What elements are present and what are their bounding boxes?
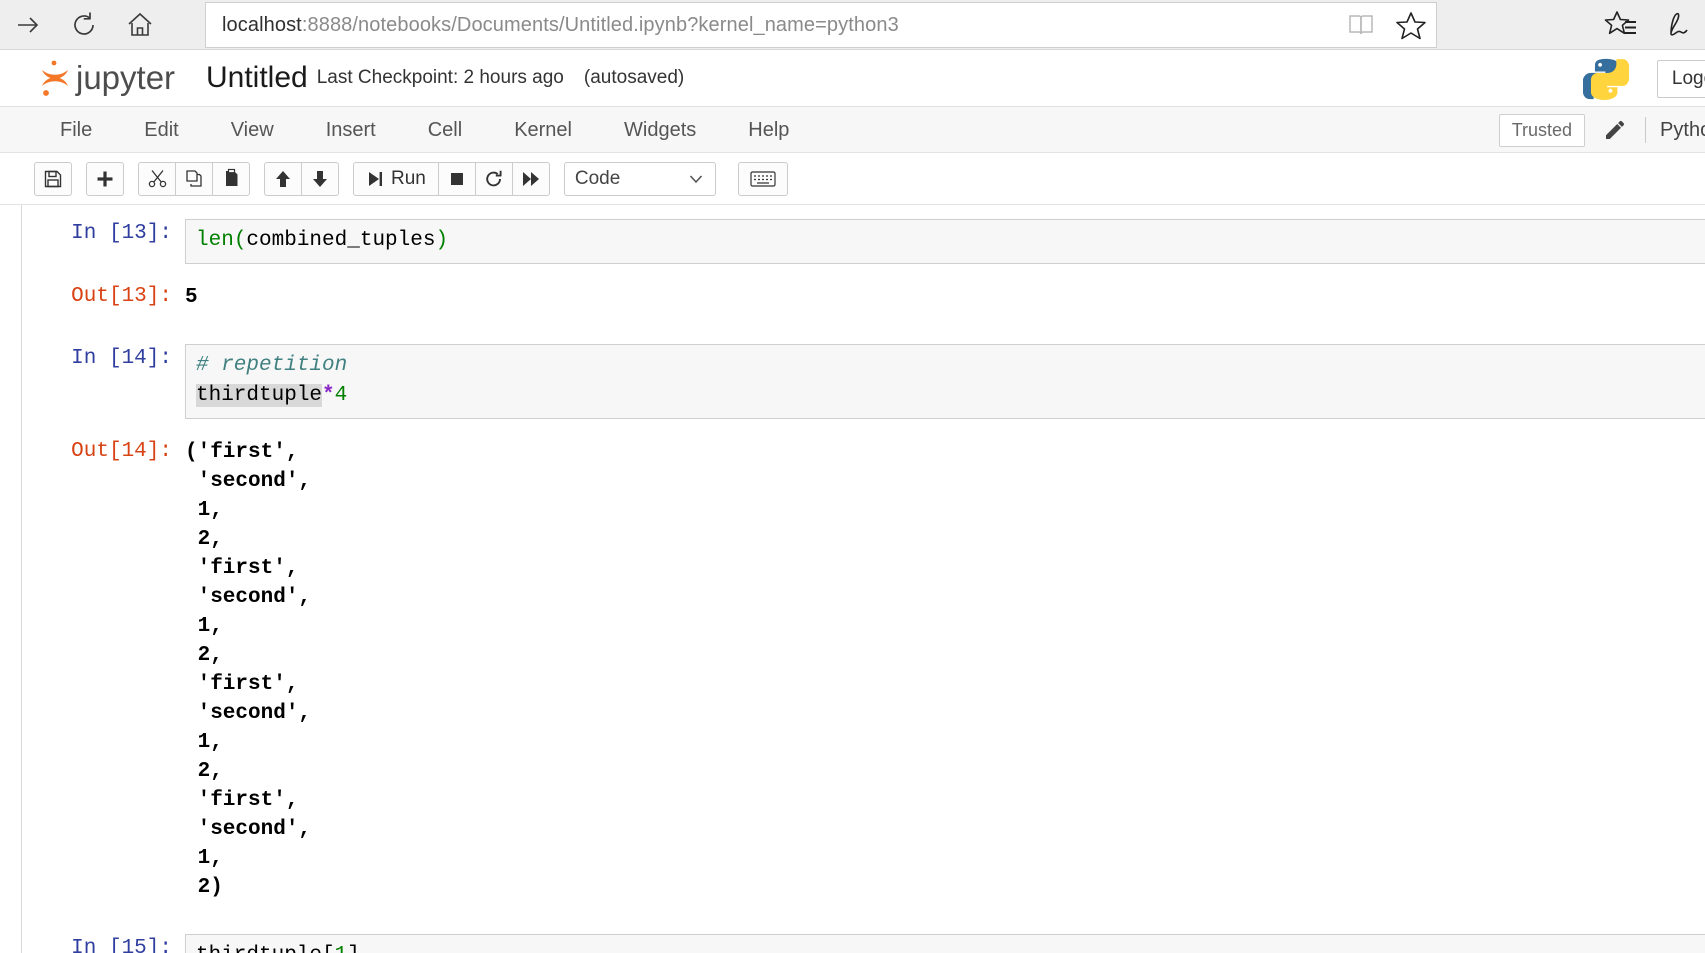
checkpoint-status: Last Checkpoint: 2 hours ago — [316, 67, 564, 88]
code-token-identifier: thirdtuple — [196, 944, 322, 953]
code-cell[interactable]: In [15]: thirdtuple[1] — [0, 934, 1705, 953]
menu-item-edit[interactable]: Edit — [118, 107, 204, 153]
keyboard-icon — [750, 170, 776, 187]
menu-item-kernel[interactable]: Kernel — [488, 107, 598, 153]
arrow-down-icon[interactable] — [301, 161, 339, 196]
book-icon[interactable] — [1336, 2, 1386, 48]
code-token-builtin: len — [196, 229, 234, 252]
menu-item-insert[interactable]: Insert — [300, 107, 402, 153]
code-token-open-paren: ( — [233, 229, 247, 252]
toolbar-group-run: Run — [353, 161, 550, 196]
address-bar-text: localhost:8888/notebooks/Documents/Untit… — [206, 14, 1336, 37]
menu-item-file[interactable]: File — [34, 107, 118, 153]
output-prompt: Out[13]: — [71, 285, 172, 308]
pen-icon[interactable] — [1649, 0, 1705, 50]
reload-icon[interactable] — [56, 0, 112, 50]
home-icon[interactable] — [112, 0, 168, 50]
address-bar[interactable]: localhost:8888/notebooks/Documents/Untit… — [205, 2, 1437, 48]
notebook-title[interactable]: Untitled — [206, 61, 308, 95]
input-prompt: In [15]: — [71, 937, 172, 953]
run-button[interactable]: Run — [353, 161, 439, 196]
url-path: :8888/notebooks/Documents/Untitled.ipynb… — [301, 13, 899, 36]
restart-circular-arrow-icon[interactable] — [474, 161, 513, 196]
menu-bar-right-group: Trusted Python 3 — [1498, 107, 1705, 153]
header-right-group: Logout — [1582, 50, 1705, 107]
menu-item-view[interactable]: View — [205, 107, 300, 153]
pencil-icon[interactable] — [1603, 118, 1627, 142]
notebook-body: In [13]: len(combined_tuples) Out[13]: 5… — [0, 205, 1705, 953]
browser-toolbar-right — [1593, 0, 1705, 50]
copy-icon[interactable] — [175, 161, 213, 196]
toolbar-group-move — [264, 161, 339, 196]
code-token-number: 4 — [334, 384, 348, 407]
output-prompt: Out[14]: — [71, 440, 172, 463]
menu-item-cell[interactable]: Cell — [402, 107, 488, 153]
code-token-number: 1 — [335, 944, 348, 953]
chevron-down-icon — [689, 174, 702, 183]
toolbar-group-insert — [86, 161, 124, 196]
output-row: Out[14]: ('first', 'second', 1, 2, 'firs… — [0, 437, 1705, 902]
browser-chrome: localhost:8888/notebooks/Documents/Untit… — [0, 0, 1705, 50]
code-token-open-bracket: [ — [322, 944, 335, 953]
toolbar-group-clipboard — [138, 161, 250, 196]
code-token-close-bracket: ] — [347, 944, 360, 953]
autosave-status: (autosaved) — [583, 67, 685, 88]
plus-icon[interactable] — [86, 161, 124, 196]
save-floppy-icon[interactable] — [34, 161, 72, 196]
menu-item-widgets[interactable]: Widgets — [598, 107, 722, 153]
logout-button[interactable]: Logout — [1656, 59, 1705, 98]
python-logo-icon — [1582, 56, 1629, 102]
cell-output: ('first', 'second', 1, 2, 'first', 'seco… — [185, 441, 312, 899]
code-token-identifier: combined_tuples — [246, 229, 436, 252]
code-token-comment: # repetition — [196, 354, 348, 377]
code-cell[interactable]: In [14]: # repetition thirdtuple*4 — [0, 344, 1705, 419]
stop-square-icon[interactable] — [437, 161, 476, 196]
forward-arrow-icon[interactable] — [0, 0, 56, 50]
keyboard-shortcuts-button[interactable] — [737, 161, 788, 196]
notebook-toolbar: Run Code — [0, 153, 1705, 205]
menu-bar: File Edit View Insert Cell Kernel Widget… — [0, 107, 1705, 153]
cell-type-value: Code — [574, 167, 621, 189]
paste-icon[interactable] — [212, 161, 250, 196]
cell-output: 5 — [185, 286, 198, 309]
code-cell[interactable]: In [13]: len(combined_tuples) — [0, 219, 1705, 264]
toolbar-group-save — [34, 161, 72, 196]
code-editor[interactable]: thirdtuple[1] — [185, 934, 1705, 953]
input-prompt: In [14]: — [71, 347, 172, 370]
cell-type-select[interactable]: Code — [563, 161, 716, 196]
code-token-operator: * — [322, 384, 335, 407]
svg-text:jupyter: jupyter — [75, 59, 175, 96]
star-list-icon[interactable] — [1593, 0, 1649, 50]
run-label: Run — [391, 167, 426, 189]
menu-item-help[interactable]: Help — [722, 107, 815, 153]
jupyter-header: jupyter Untitled Last Checkpoint: 2 hour… — [0, 50, 1705, 107]
run-icon — [369, 171, 382, 186]
scissors-icon[interactable] — [138, 161, 176, 196]
code-token-identifier-highlighted: thirdtuple — [196, 384, 323, 407]
fast-forward-icon[interactable] — [511, 161, 550, 196]
notebook-left-rail — [0, 205, 22, 953]
trusted-badge[interactable]: Trusted — [1498, 113, 1586, 147]
jupyter-logo[interactable]: jupyter — [34, 56, 186, 100]
kernel-divider — [1645, 117, 1647, 143]
kernel-indicator[interactable]: Python 3 — [1660, 119, 1705, 142]
input-prompt: In [13]: — [71, 222, 172, 245]
code-token-close-paren: ) — [435, 229, 449, 252]
output-row: Out[13]: 5 — [0, 282, 1705, 312]
star-icon[interactable] — [1386, 2, 1436, 48]
arrow-up-icon[interactable] — [264, 161, 302, 196]
code-editor[interactable]: # repetition thirdtuple*4 — [185, 344, 1705, 419]
code-editor[interactable]: len(combined_tuples) — [185, 219, 1705, 264]
url-host: localhost — [222, 13, 302, 36]
